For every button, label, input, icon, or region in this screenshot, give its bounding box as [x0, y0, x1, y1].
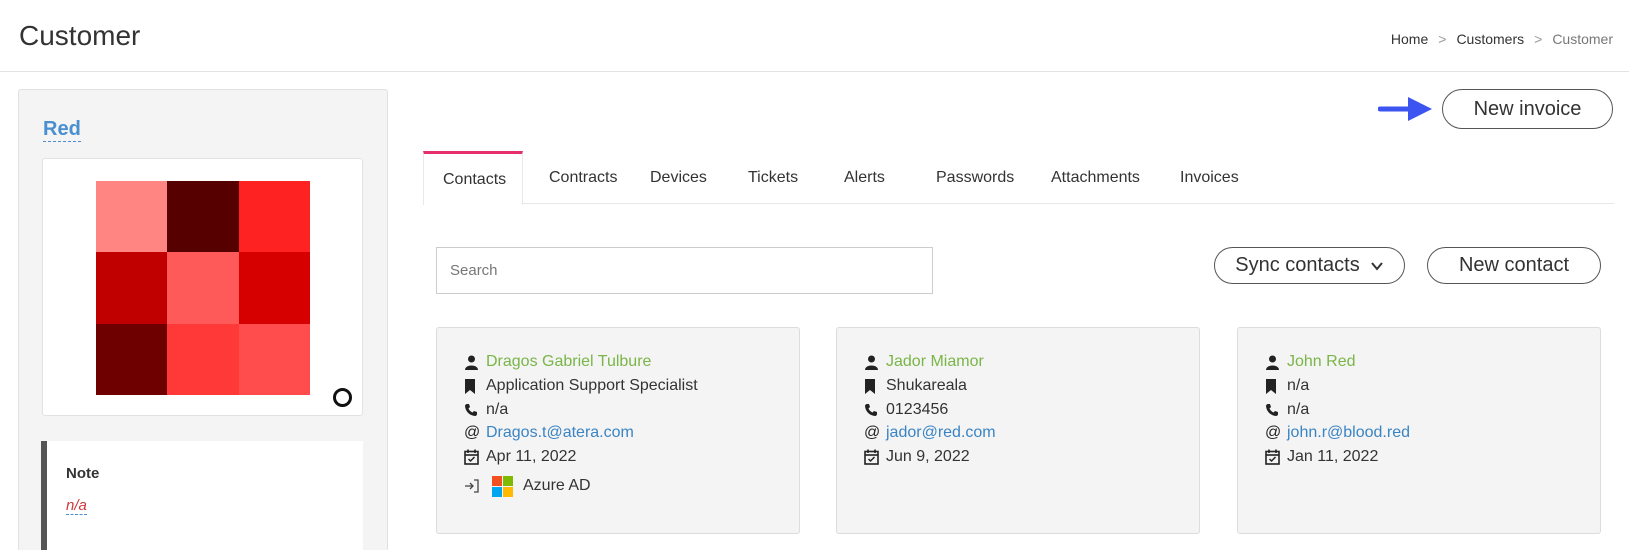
contact-name-row: Dragos Gabriel Tulbure — [464, 351, 651, 373]
at-sign-icon: @ — [1265, 424, 1282, 441]
breadcrumb-separator: > — [1438, 31, 1447, 47]
contact-phone-row: n/a — [464, 399, 508, 421]
contact-name[interactable]: Jador Miamor — [886, 353, 984, 371]
contact-title-row: Shukareala — [864, 375, 967, 397]
contact-card: Jador Miamor Shukareala 0123456 @ jador@… — [836, 327, 1200, 534]
contact-title: Shukareala — [886, 377, 967, 394]
tab-attachments[interactable]: Attachments — [1036, 151, 1170, 204]
chevron-down-icon — [1370, 261, 1383, 271]
avatar-cell — [167, 181, 239, 253]
breadcrumb: Home > Customers > Customer — [1391, 31, 1613, 47]
person-icon — [1265, 353, 1287, 371]
breadcrumb-home[interactable]: Home — [1391, 31, 1428, 47]
bookmark-icon — [1265, 377, 1287, 395]
tab-bar: Contacts Contracts Devices Tickets Alert… — [423, 151, 1614, 205]
contact-source: Azure AD — [523, 477, 591, 494]
breadcrumb-separator: > — [1534, 31, 1543, 47]
contact-name-row: Jador Miamor — [864, 351, 984, 373]
arrow-right-icon — [1378, 97, 1432, 121]
avatar-box — [42, 158, 363, 416]
search-input[interactable] — [436, 247, 933, 294]
customer-avatar — [96, 181, 310, 395]
contact-card: Dragos Gabriel Tulbure Application Suppo… — [436, 327, 800, 534]
avatar-cell — [96, 252, 168, 324]
calendar-check-icon — [1265, 448, 1287, 466]
sync-contacts-label: Sync contacts — [1235, 254, 1360, 276]
tab-invoices[interactable]: Invoices — [1170, 151, 1270, 204]
tab-contracts[interactable]: Contracts — [523, 151, 636, 204]
avatar-cell — [238, 252, 310, 324]
avatar-cell — [238, 181, 310, 253]
contact-email[interactable]: jador@red.com — [886, 424, 996, 442]
page-title: Customer — [19, 20, 141, 51]
contact-date-row: Jan 11, 2022 — [1265, 446, 1378, 468]
customer-sidebar: Red Note n/a — [18, 89, 388, 550]
contact-phone-row: n/a — [1265, 399, 1309, 421]
avatar-edit-icon[interactable] — [333, 388, 352, 407]
phone-icon — [1265, 401, 1287, 419]
bookmark-icon — [864, 377, 886, 395]
note-box: Note n/a — [41, 441, 363, 550]
tab-contacts[interactable]: Contacts — [423, 151, 523, 205]
at-sign-icon: @ — [864, 424, 881, 441]
contact-date: Jun 9, 2022 — [886, 448, 970, 465]
person-icon — [864, 353, 886, 371]
contact-title: Application Support Specialist — [486, 377, 698, 394]
at-sign-icon: @ — [464, 424, 481, 441]
contact-date-row: Apr 11, 2022 — [464, 446, 576, 468]
calendar-check-icon — [864, 448, 886, 466]
avatar-cell — [238, 323, 310, 395]
calendar-check-icon — [464, 448, 486, 466]
contact-email-row: @ jador@red.com — [864, 422, 996, 444]
contact-date-row: Jun 9, 2022 — [864, 446, 970, 468]
contact-phone: 0123456 — [886, 401, 949, 418]
contact-source-row: Azure AD — [464, 475, 591, 497]
person-icon — [464, 353, 486, 371]
tab-passwords[interactable]: Passwords — [917, 151, 1036, 204]
note-title: Note — [66, 465, 100, 482]
tab-alerts[interactable]: Alerts — [829, 151, 917, 204]
contact-title-row: n/a — [1265, 375, 1309, 397]
contact-date: Jan 11, 2022 — [1287, 448, 1379, 465]
bookmark-icon — [464, 377, 486, 395]
sync-contacts-button[interactable]: Sync contacts — [1214, 247, 1405, 284]
phone-icon — [864, 401, 886, 419]
contact-name-row: John Red — [1265, 351, 1356, 373]
contact-title: n/a — [1287, 377, 1310, 394]
new-invoice-button[interactable]: New invoice — [1442, 89, 1613, 129]
avatar-cell — [167, 252, 239, 324]
contact-name[interactable]: John Red — [1287, 353, 1356, 371]
contact-title-row: Application Support Specialist — [464, 375, 698, 397]
customer-name[interactable]: Red — [43, 117, 81, 142]
breadcrumb-customers[interactable]: Customers — [1456, 31, 1524, 47]
contact-phone: n/a — [1287, 401, 1310, 418]
avatar-cell — [167, 323, 239, 395]
contact-name[interactable]: Dragos Gabriel Tulbure — [486, 353, 651, 371]
phone-icon — [464, 401, 486, 419]
avatar-cell — [96, 323, 168, 395]
contact-date: Apr 11, 2022 — [486, 448, 577, 465]
contact-email[interactable]: john.r@blood.red — [1287, 424, 1410, 442]
note-value[interactable]: n/a — [66, 497, 87, 515]
contact-card: John Red n/a n/a @ john.r@blood.red Jan … — [1237, 327, 1601, 534]
page-header: Customer Home > Customers > Customer — [0, 0, 1629, 72]
contact-phone-row: 0123456 — [864, 399, 948, 421]
avatar-cell — [96, 181, 168, 253]
contact-phone: n/a — [486, 401, 509, 418]
new-contact-button[interactable]: New contact — [1427, 247, 1601, 284]
breadcrumb-current: Customer — [1552, 31, 1613, 47]
contact-email-row: @ john.r@blood.red — [1265, 422, 1410, 444]
contact-email-row: @ Dragos.t@atera.com — [464, 422, 634, 444]
sign-in-icon — [464, 477, 486, 495]
microsoft-logo-icon — [492, 475, 513, 497]
tab-devices[interactable]: Devices — [636, 151, 734, 204]
tab-tickets[interactable]: Tickets — [734, 151, 829, 204]
contact-email[interactable]: Dragos.t@atera.com — [486, 424, 634, 442]
